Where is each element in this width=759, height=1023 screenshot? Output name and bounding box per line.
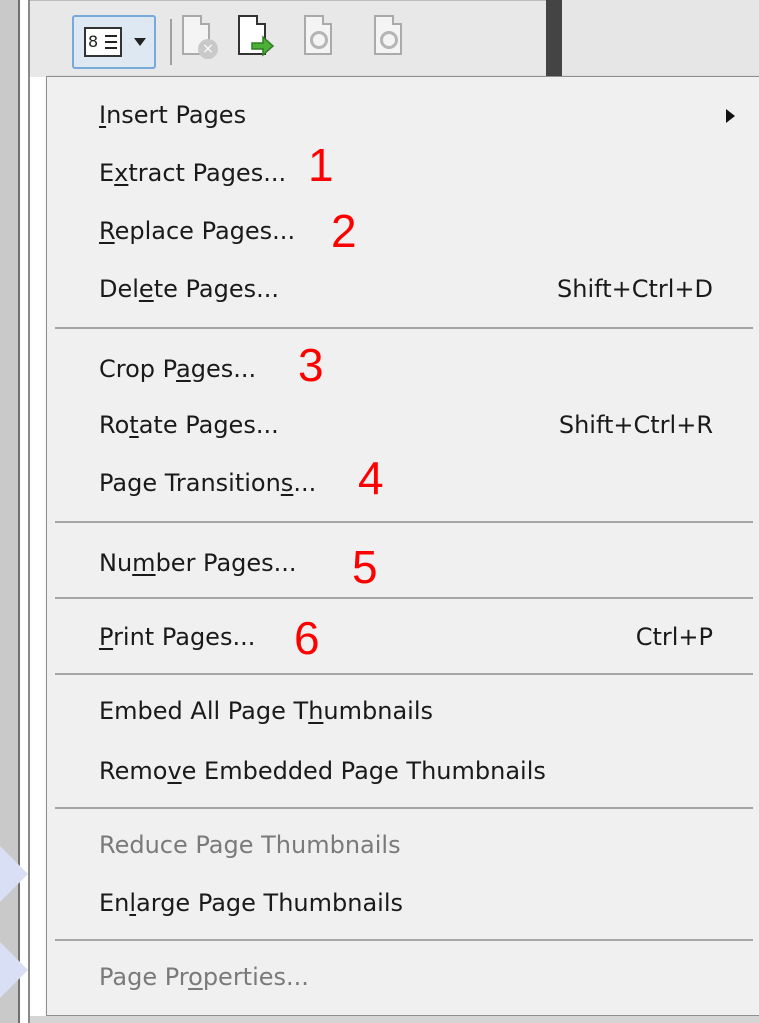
options-menu-button[interactable]: 8 [72, 15, 156, 69]
annotation-number: 1 [308, 139, 334, 191]
menu-item-label: Replace Pages... [99, 217, 296, 245]
menu-separator [55, 521, 753, 523]
menu-item-label: Page Transitions... [99, 469, 317, 497]
menu-item-enlarge-thumbnails[interactable]: Enlarge Page Thumbnails [47, 873, 759, 933]
menu-item-delete-pages[interactable]: Delete Pages... Shift+Ctrl+D [47, 259, 759, 319]
menu-item-page-transitions[interactable]: Page Transitions... [47, 453, 759, 513]
undo-page-icon[interactable] [300, 13, 340, 67]
annotation-number: 5 [352, 541, 378, 593]
thumbnail-options-icon: 8 [84, 27, 122, 57]
menu-item-shortcut: Shift+Ctrl+R [558, 411, 713, 439]
menu-separator [55, 673, 753, 675]
menu-item-label: Crop Pages... [99, 355, 257, 383]
menu-item-label: Delete Pages... [99, 275, 279, 303]
menu-item-label: Embed All Page Thumbnails [99, 697, 433, 725]
dropdown-caret-icon [134, 38, 146, 46]
menu-item-label: Reduce Page Thumbnails [99, 831, 401, 859]
splitter-bar[interactable] [546, 0, 562, 80]
page-thumbnails-toolbar: 8 × [30, 0, 546, 77]
menu-item-label: Print Pages... [99, 623, 256, 651]
menu-item-extract-pages[interactable]: Extract Pages... [47, 143, 759, 203]
menu-item-replace-pages[interactable]: Replace Pages... [47, 201, 759, 261]
menu-item-page-properties: Page Properties... [47, 947, 759, 1007]
menu-item-shortcut: Ctrl+P [635, 623, 713, 651]
submenu-arrow-icon [726, 109, 735, 123]
toolbar-separator [170, 19, 172, 65]
menu-item-reduce-thumbnails: Reduce Page Thumbnails [47, 815, 759, 875]
panel-bottom-strip [30, 1016, 759, 1023]
menu-item-remove-embedded-thumbnails[interactable]: Remove Embedded Page Thumbnails [47, 741, 759, 801]
menu-item-number-pages[interactable]: Number Pages... [47, 533, 759, 593]
menu-item-label: Page Properties... [99, 963, 309, 991]
document-area [562, 0, 759, 80]
menu-separator [55, 327, 753, 329]
menu-item-label: Enlarge Page Thumbnails [99, 889, 404, 917]
menu-separator [55, 939, 753, 941]
pane-border-line [28, 0, 30, 1023]
menu-item-label: Insert Pages [99, 101, 247, 129]
menu-item-shortcut: Shift+Ctrl+D [557, 275, 713, 303]
decorative-triangle [0, 942, 28, 998]
annotation-number: 4 [358, 452, 384, 504]
annotation-number: 2 [331, 205, 357, 257]
menu-item-print-pages[interactable]: Print Pages... Ctrl+P [47, 607, 759, 667]
decorative-triangle [0, 846, 28, 902]
menu-item-label: Rotate Pages... [99, 411, 279, 439]
options-context-menu: Insert Pages Extract Pages... Replace Pa… [46, 76, 759, 1016]
menu-item-embed-all-thumbnails[interactable]: Embed All Page Thumbnails [47, 681, 759, 741]
menu-item-label: Extract Pages... [99, 159, 287, 187]
menu-separator [55, 807, 753, 809]
menu-item-rotate-pages[interactable]: Rotate Pages... Shift+Ctrl+R [47, 395, 759, 455]
delete-pages-icon[interactable]: × [178, 13, 218, 67]
annotation-number: 6 [294, 612, 320, 664]
menu-item-crop-pages[interactable]: Crop Pages... [47, 339, 759, 399]
menu-separator [55, 597, 753, 599]
menu-item-insert-pages[interactable]: Insert Pages [47, 85, 759, 145]
annotation-number: 3 [298, 339, 324, 391]
redo-page-icon[interactable] [370, 13, 410, 67]
menu-item-label: Remove Embedded Page Thumbnails [99, 757, 546, 785]
menu-item-label: Number Pages... [99, 549, 297, 577]
insert-pages-icon[interactable] [234, 13, 274, 67]
